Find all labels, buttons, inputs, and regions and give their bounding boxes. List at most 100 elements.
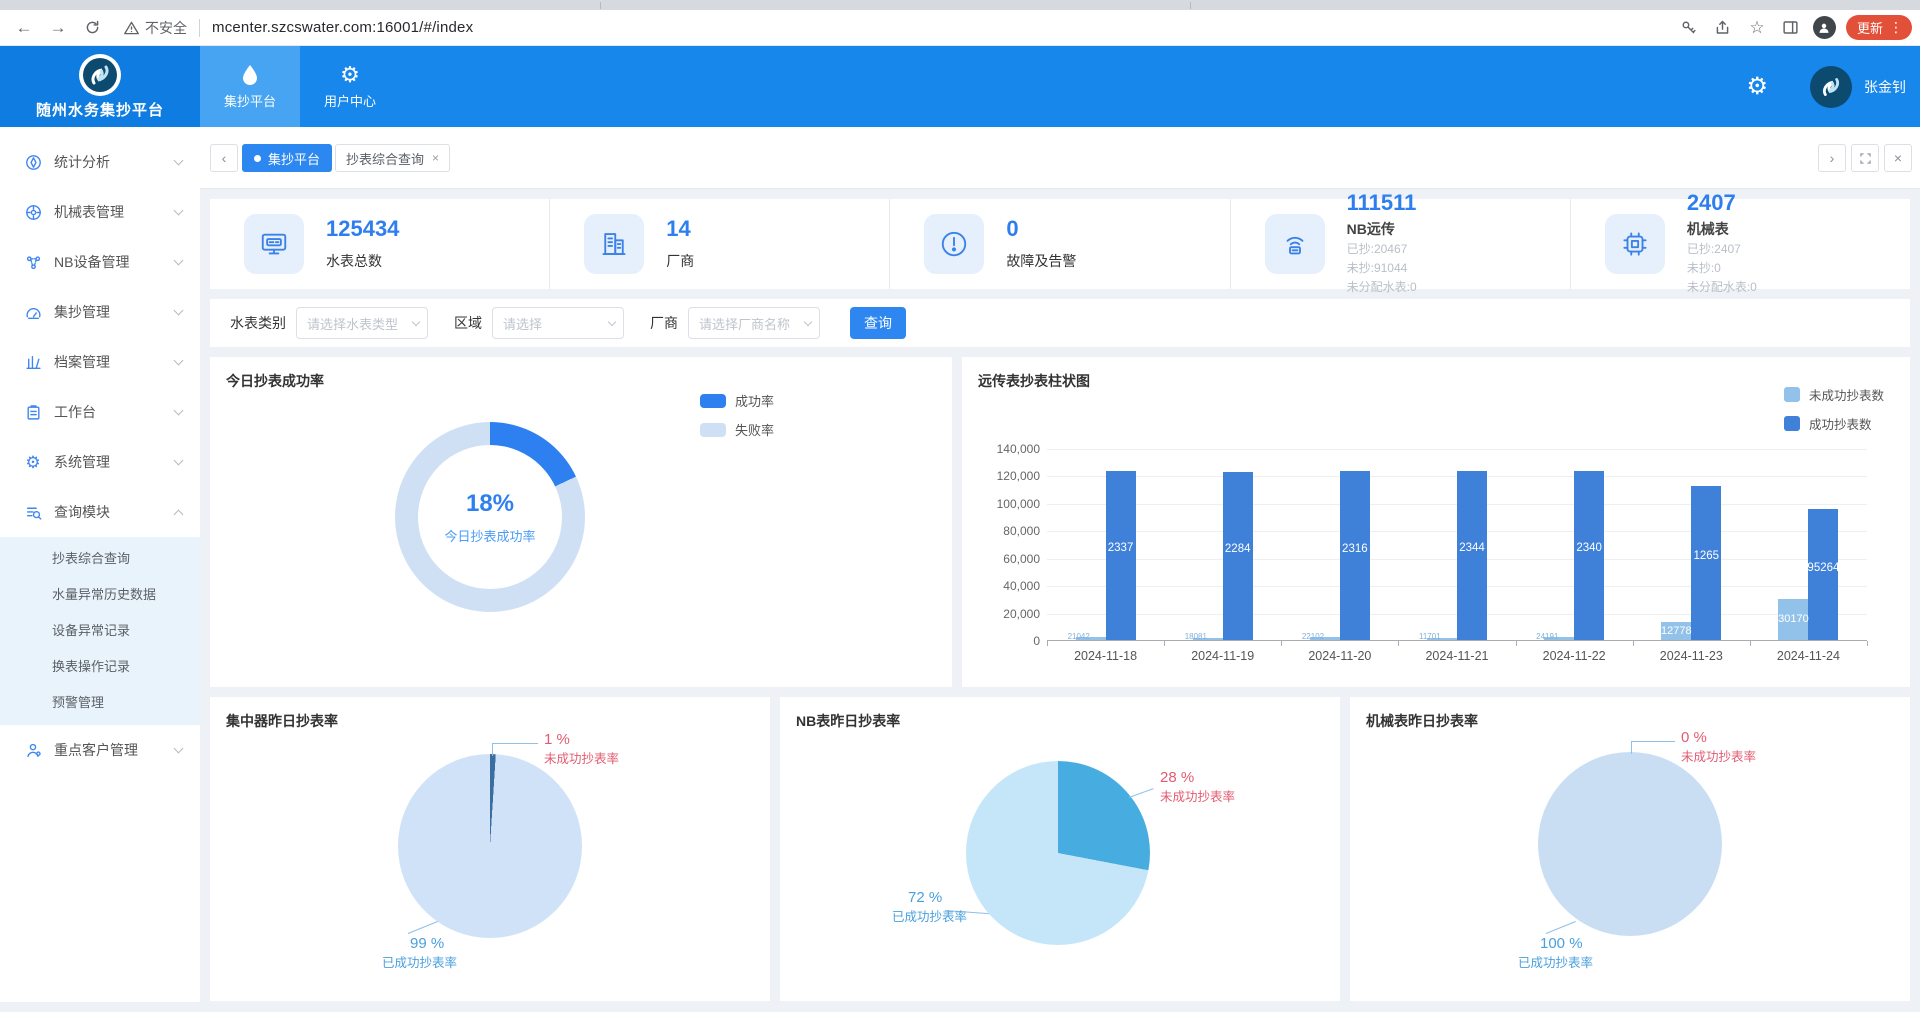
sidebar-item-label: 统计分析 [54, 152, 175, 172]
stat-value: 14 [666, 217, 694, 241]
tabs-scroll-right-button[interactable]: › [1818, 144, 1846, 172]
sidebar-subitem[interactable]: 预警管理 [0, 685, 200, 721]
stats-icon [24, 153, 42, 171]
sidebar-subitem[interactable]: 抄表综合查询 [0, 541, 200, 577]
stat-card: 14厂商 [549, 199, 889, 289]
axis-tick [1750, 641, 1751, 646]
tab-separator [1190, 2, 1191, 9]
sidebar-item-query[interactable]: 查询模块 [0, 487, 200, 537]
nb-icon [24, 253, 42, 271]
gear-icon: ⚙ [340, 64, 360, 86]
side-panel-icon[interactable] [1777, 14, 1805, 42]
pie-label-fail: 28 % 未成功抄表率 [1160, 769, 1235, 805]
building-icon [584, 214, 644, 274]
y-axis-label: 0 [968, 634, 1040, 648]
bar-successful [1457, 471, 1487, 640]
leader-line [492, 743, 538, 756]
reload-icon [84, 19, 101, 36]
bar-legend: 未成功抄表数成功抄表数 [1784, 385, 1884, 443]
stat-detail: 已抄:2407 [1687, 241, 1757, 258]
toolbar-right: ☆ 更新 ⋮ [1669, 14, 1912, 42]
axis-tick [1867, 641, 1868, 646]
stats-cards-panel: 125434水表总数14厂商0故障及告警111511NB远传已抄:20467未抄… [210, 199, 1910, 289]
sidebar-item-label: 档案管理 [54, 352, 175, 372]
nav-item-platform[interactable]: 集抄平台 [200, 46, 300, 127]
bar-successful [1106, 471, 1136, 640]
stat-card: 125434水表总数 [210, 199, 549, 289]
password-key-icon[interactable] [1675, 14, 1703, 42]
gridline [1047, 449, 1867, 450]
sidebar-subitem[interactable]: 换表操作记录 [0, 649, 200, 685]
nav-item-usercenter[interactable]: ⚙ 用户中心 [300, 46, 400, 127]
filter-label-meter-type: 水表类别 [230, 313, 286, 333]
header-right: ⚙ 张金钊 [1746, 46, 1906, 127]
sidebar-subitem[interactable]: 水量异常历史数据 [0, 577, 200, 613]
sidebar-item-nb[interactable]: NB设备管理 [0, 237, 200, 287]
sidebar-item-label: 机械表管理 [54, 202, 175, 222]
x-axis-label: 2024-11-18 [1047, 649, 1164, 663]
pie-label-fail: 0 % 未成功抄表率 [1681, 729, 1756, 765]
chevron-down-icon [174, 744, 184, 754]
pie-panel-concentrator: 集中器昨日抄表率 1 % 未成功抄表率 99 % 已成功抄表率 [210, 697, 770, 1001]
security-area[interactable]: 不安全 [124, 18, 212, 38]
sidebar-subitem[interactable]: 设备异常记录 [0, 613, 200, 649]
legend-item[interactable]: 失败率 [700, 420, 774, 439]
reload-button[interactable] [78, 14, 106, 42]
bookmark-star-icon[interactable]: ☆ [1743, 14, 1771, 42]
filter-panel: 水表类别 请选择水表类型 区域 请选择 厂商 请选择厂商名称 查询 [210, 299, 1910, 347]
forward-button[interactable]: → [44, 14, 72, 42]
vendor-select[interactable]: 请选择厂商名称 [688, 307, 820, 339]
meter-type-select[interactable]: 请选择水表类型 [296, 307, 428, 339]
chevron-down-icon [174, 206, 184, 216]
panel-title: 远传表抄表柱状图 [978, 371, 1090, 391]
share-icon[interactable] [1709, 14, 1737, 42]
legend-swatch [700, 394, 726, 408]
bar-value-label: 2340 [1576, 542, 1602, 554]
tabs-scroll-left-button[interactable]: ‹ [210, 144, 238, 172]
bar-value-label: 2337 [1108, 542, 1134, 554]
bar-plot-area: 2337210422284180812316221022344117012340… [1047, 449, 1867, 641]
legend-item[interactable]: 成功率 [700, 391, 774, 410]
sidebar-item-stats[interactable]: 统计分析 [0, 137, 200, 187]
top-nav: 集抄平台 ⚙ 用户中心 [200, 46, 400, 127]
sidebar-item-workbench[interactable]: 工作台 [0, 387, 200, 437]
tab-open-page[interactable]: 抄表综合查询 × [335, 144, 450, 172]
settings-gear-icon[interactable]: ⚙ [1746, 72, 1768, 101]
donut-sublabel: 今日抄表成功率 [444, 526, 535, 545]
sidebar-item-label: 集抄管理 [54, 302, 175, 322]
axis-tick [1281, 641, 1282, 646]
legend-item[interactable]: 未成功抄表数 [1784, 385, 1884, 404]
region-select[interactable]: 请选择 [492, 307, 624, 339]
sidebar-item-archive[interactable]: 档案管理 [0, 337, 200, 387]
bar-value-label: 2284 [1225, 543, 1251, 555]
bar-chart-panel: 远传表抄表柱状图 未成功抄表数成功抄表数 2337210422284180812… [962, 357, 1910, 687]
sidebar-item-customer[interactable]: 重点客户管理 [0, 725, 200, 775]
url-text[interactable]: mcenter.szcswater.com:16001/#/index [212, 19, 473, 36]
chip-icon [1605, 214, 1665, 274]
bar-successful [1340, 471, 1370, 640]
browser-profile-avatar[interactable] [1813, 16, 1836, 39]
chevron-down-icon [174, 256, 184, 266]
username: 张金钊 [1864, 77, 1906, 97]
close-all-button[interactable]: × [1884, 144, 1912, 172]
mech-icon [24, 203, 42, 221]
filter-label-vendor: 厂商 [650, 313, 678, 333]
chevron-down-icon [412, 317, 420, 325]
fullscreen-button[interactable] [1851, 144, 1879, 172]
sidebar-item-system[interactable]: ⚙系统管理 [0, 437, 200, 487]
close-tab-icon[interactable]: × [432, 151, 439, 165]
bar-value-label: 11701 [1419, 632, 1441, 641]
browser-update-button[interactable]: 更新 ⋮ [1846, 15, 1912, 40]
sidebar-item-mech[interactable]: 机械表管理 [0, 187, 200, 237]
tab-home[interactable]: 集抄平台 [242, 144, 332, 172]
brand-title: 随州水务集抄平台 [36, 99, 164, 120]
app-logo [79, 54, 121, 96]
sidebar-item-label: NB设备管理 [54, 252, 175, 272]
bar-value-label: 2344 [1459, 542, 1485, 554]
legend-item[interactable]: 成功抄表数 [1784, 414, 1884, 433]
query-button[interactable]: 查询 [850, 307, 906, 339]
user-avatar[interactable] [1810, 66, 1852, 108]
sidebar-item-label: 重点客户管理 [54, 740, 175, 760]
sidebar-item-collect[interactable]: 集抄管理 [0, 287, 200, 337]
back-button[interactable]: ← [10, 14, 38, 42]
